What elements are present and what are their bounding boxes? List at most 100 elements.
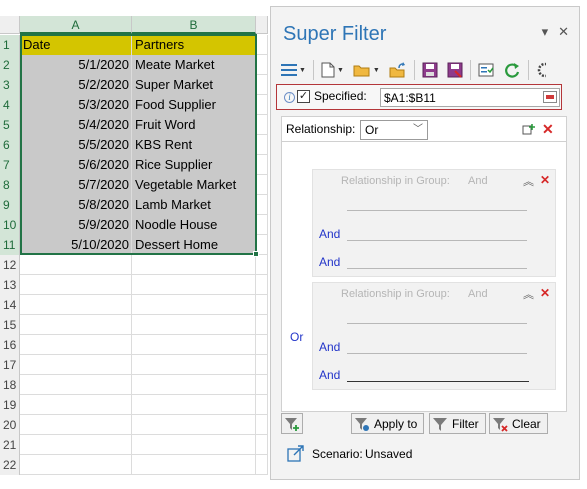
cell[interactable] (256, 75, 268, 95)
row-header[interactable]: 6 (0, 135, 20, 155)
row-header[interactable]: 17 (0, 355, 20, 375)
cell[interactable] (256, 235, 268, 255)
row-header[interactable]: 10 (0, 215, 20, 235)
row-header[interactable]: 11 (0, 235, 20, 255)
settings-button[interactable] (534, 59, 548, 81)
cell[interactable] (20, 415, 132, 435)
cell[interactable] (256, 295, 268, 315)
cell[interactable] (20, 255, 132, 275)
cell[interactable] (256, 95, 268, 115)
cell[interactable] (132, 295, 256, 315)
cell[interactable] (132, 415, 256, 435)
cell[interactable] (256, 135, 268, 155)
row-header[interactable]: 7 (0, 155, 20, 175)
column-header-c[interactable] (256, 16, 268, 34)
menu-button[interactable]: ▼ (279, 59, 308, 81)
cell[interactable] (132, 455, 256, 475)
row-header[interactable]: 18 (0, 375, 20, 395)
cell[interactable]: 5/7/2020 (20, 175, 132, 195)
cell[interactable]: 5/10/2020 (20, 235, 132, 255)
range-input[interactable] (380, 88, 560, 107)
save-scenario-button[interactable] (420, 59, 440, 81)
column-header-b[interactable]: B (132, 16, 256, 34)
row-header[interactable]: 12 (0, 255, 20, 275)
cell[interactable] (256, 155, 268, 175)
condition-line-active[interactable] (347, 381, 529, 382)
cell[interactable]: Meate Market (132, 55, 256, 75)
row-header[interactable]: 20 (0, 415, 20, 435)
delete-group-icon[interactable]: ✕ (540, 286, 550, 300)
cell[interactable] (256, 375, 268, 395)
cell[interactable]: Date (20, 35, 132, 55)
pane-close-button[interactable]: ✕ (558, 24, 569, 40)
group-relationship-value[interactable]: And (468, 175, 488, 187)
cell[interactable] (132, 355, 256, 375)
clear-button[interactable]: Clear (489, 413, 548, 434)
refresh-button[interactable] (501, 59, 523, 81)
cell[interactable] (256, 35, 268, 55)
condition-line[interactable] (347, 268, 527, 269)
cell[interactable] (256, 255, 268, 275)
cell[interactable] (20, 435, 132, 455)
relationship-select[interactable]: Or ﹀ (360, 120, 428, 140)
cell[interactable]: Vegetable Market (132, 175, 256, 195)
cell[interactable] (20, 455, 132, 475)
collapse-icon[interactable]: ︽ (523, 286, 534, 302)
cell[interactable]: Food Supplier (132, 95, 256, 115)
recent-scenario-button[interactable] (387, 59, 409, 81)
cell[interactable] (256, 315, 268, 335)
cell[interactable] (256, 115, 268, 135)
cell[interactable] (132, 375, 256, 395)
cell[interactable]: Dessert Home (132, 235, 256, 255)
cell[interactable]: Partners (132, 35, 256, 55)
apply-to-button[interactable]: Apply to (351, 413, 425, 434)
row-header[interactable]: 2 (0, 55, 20, 75)
row-header[interactable]: 9 (0, 195, 20, 215)
add-group-icon[interactable] (522, 123, 536, 137)
row-header[interactable]: 21 (0, 435, 20, 455)
cell[interactable] (256, 395, 268, 415)
cell[interactable]: 5/2/2020 (20, 75, 132, 95)
cell[interactable]: 5/1/2020 (20, 55, 132, 75)
cell[interactable] (20, 355, 132, 375)
row-header[interactable]: 13 (0, 275, 20, 295)
cell[interactable] (256, 55, 268, 75)
cell[interactable] (256, 435, 268, 455)
manage-scenarios-button[interactable] (476, 59, 496, 81)
save-as-scenario-button[interactable] (445, 59, 465, 81)
cell[interactable]: Super Market (132, 75, 256, 95)
cell[interactable] (256, 455, 268, 475)
row-header[interactable]: 19 (0, 395, 20, 415)
cell[interactable] (20, 275, 132, 295)
cell[interactable] (132, 395, 256, 415)
group-relationship-value[interactable]: And (468, 288, 488, 300)
column-header-a[interactable]: A (20, 16, 132, 34)
cell[interactable] (132, 255, 256, 275)
cell[interactable]: 5/4/2020 (20, 115, 132, 135)
row-header[interactable]: 22 (0, 455, 20, 475)
cell[interactable]: 5/9/2020 (20, 215, 132, 235)
cell[interactable] (132, 335, 256, 355)
select-all-corner[interactable] (0, 16, 20, 34)
pane-options-dropdown[interactable]: ▾ (542, 24, 549, 40)
range-select-button[interactable] (543, 91, 557, 103)
filter-button[interactable]: Filter (429, 413, 486, 434)
condition-line[interactable] (347, 240, 527, 241)
specified-checkbox[interactable]: ✓ (297, 90, 310, 103)
cell[interactable] (132, 435, 256, 455)
cell[interactable] (20, 395, 132, 415)
condition-line[interactable] (347, 353, 527, 354)
cell[interactable] (256, 335, 268, 355)
row-header[interactable]: 16 (0, 335, 20, 355)
cell[interactable] (20, 335, 132, 355)
row-header[interactable]: 3 (0, 75, 20, 95)
row-header[interactable]: 4 (0, 95, 20, 115)
delete-all-icon[interactable]: ✕ (542, 121, 554, 138)
cell[interactable]: KBS Rent (132, 135, 256, 155)
add-filter-button[interactable] (281, 413, 303, 434)
cell[interactable] (256, 355, 268, 375)
cell[interactable] (20, 315, 132, 335)
cell[interactable]: 5/8/2020 (20, 195, 132, 215)
cell[interactable] (20, 375, 132, 395)
cell[interactable] (256, 195, 268, 215)
